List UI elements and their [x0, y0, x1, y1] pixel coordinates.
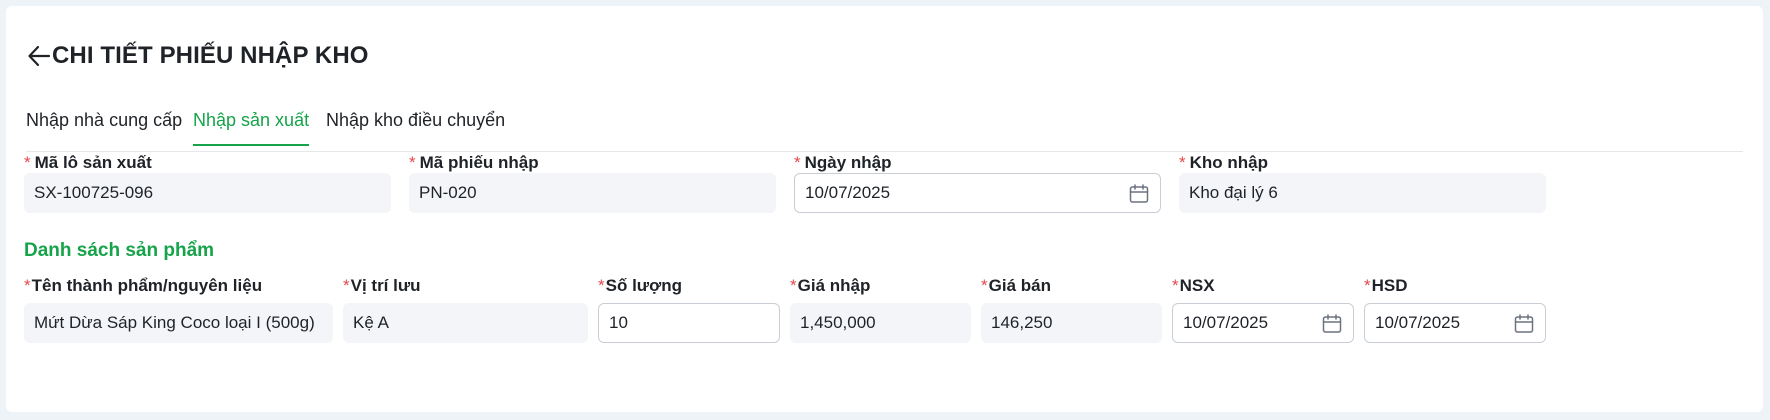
required-mark: * [981, 276, 988, 295]
required-mark: * [790, 276, 797, 295]
col-location-label: *Vị trí lưu [343, 276, 421, 295]
required-mark: * [1172, 276, 1179, 295]
required-mark: * [24, 276, 31, 295]
required-mark: * [343, 276, 350, 295]
import-date-picker[interactable]: 10/07/2025 [794, 173, 1161, 213]
page-header: CHI TIẾT PHIẾU NHẬP KHO [26, 42, 369, 70]
col-import-price-label: *Giá nhập [790, 276, 871, 295]
required-mark: * [598, 276, 605, 295]
arrow-left-icon[interactable] [26, 43, 52, 69]
import-price-field: 1,450,000 [790, 303, 971, 343]
detail-card: CHI TIẾT PHIẾU NHẬP KHO Nhập nhà cung cấ… [6, 6, 1763, 412]
receipt-code-field: PN-020 [409, 173, 776, 213]
batch-code-field: SX-100725-096 [24, 173, 391, 213]
product-list-title: Danh sách sản phẩm [24, 240, 215, 261]
page-title: CHI TIẾT PHIẾU NHẬP KHO [52, 42, 369, 69]
required-mark: * [409, 153, 416, 172]
tab-transfer-import[interactable]: Nhập kho điều chuyển [326, 110, 505, 145]
storage-location-field: Kệ A [343, 303, 588, 343]
warehouse-label: * Kho nhập [1179, 153, 1269, 172]
tab-bar: Nhập nhà cung cấp Nhập sản xuất Nhập kho… [26, 110, 1743, 152]
calendar-icon[interactable] [1321, 313, 1343, 335]
col-quantity-label: *Số lượng [598, 276, 682, 295]
warehouse-field: Kho đại lý 6 [1179, 173, 1546, 213]
exp-date-picker[interactable]: 10/07/2025 [1364, 303, 1546, 343]
required-mark: * [24, 153, 31, 172]
col-exp-date-label: *HSD [1364, 276, 1408, 295]
col-mfg-date-label: *NSX [1172, 276, 1215, 295]
sale-price-field: 146,250 [981, 303, 1162, 343]
calendar-icon[interactable] [1128, 183, 1150, 205]
tab-supplier-import[interactable]: Nhập nhà cung cấp [26, 110, 182, 145]
required-mark: * [1179, 153, 1186, 172]
product-name-field: Mứt Dừa Sáp King Coco loại I (500g) [24, 303, 333, 343]
required-mark: * [794, 153, 801, 172]
batch-code-label: * Mã lô sản xuất [24, 153, 152, 172]
import-date-label: * Ngày nhập [794, 153, 892, 172]
quantity-input[interactable]: 10 [598, 303, 780, 343]
tab-production-import[interactable]: Nhập sản xuất [193, 110, 310, 146]
col-name-label: *Tên thành phẩm/nguyên liệu [24, 276, 263, 295]
receipt-code-label: * Mã phiếu nhập [409, 153, 539, 172]
mfg-date-picker[interactable]: 10/07/2025 [1172, 303, 1354, 343]
required-mark: * [1364, 276, 1371, 295]
col-sale-price-label: *Giá bán [981, 276, 1051, 295]
calendar-icon[interactable] [1513, 313, 1535, 335]
